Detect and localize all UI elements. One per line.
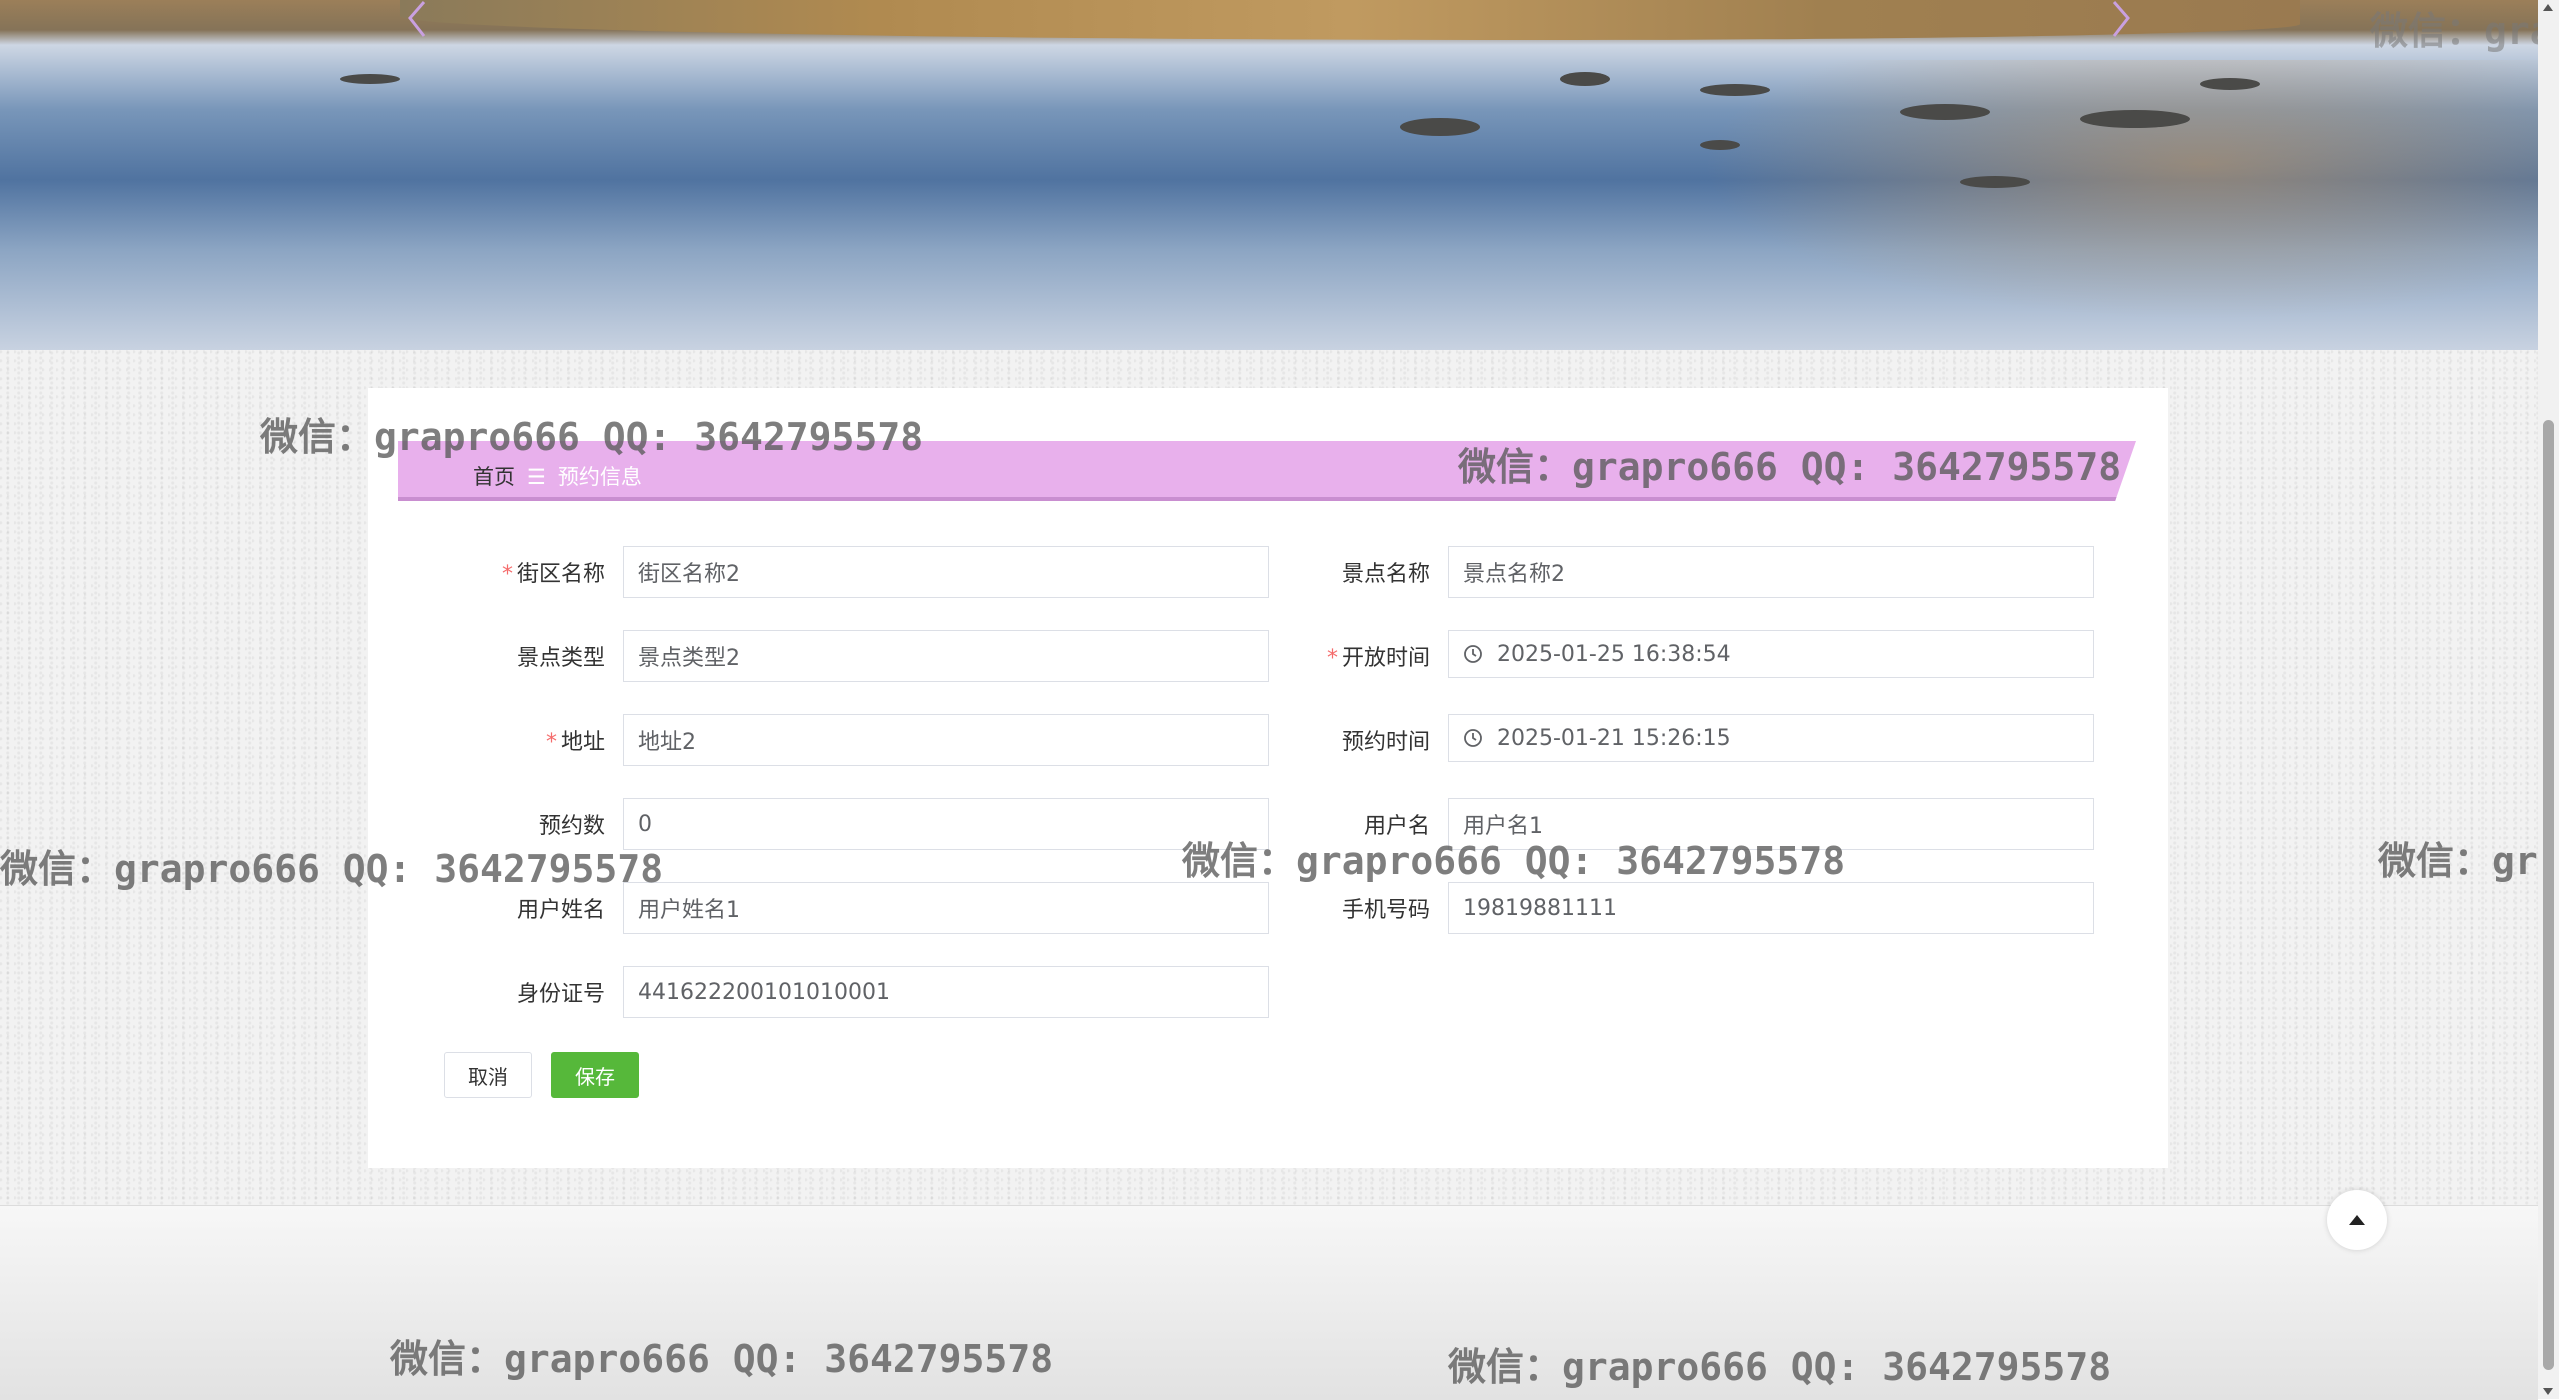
address-value: 地址2 — [638, 730, 696, 755]
carousel-next-button[interactable] — [2100, 0, 2140, 40]
banner-carousel — [0, 0, 2538, 350]
spot-type-input[interactable]: 景点类型2 — [623, 630, 1269, 682]
page-footer — [0, 1205, 2538, 1400]
spot-name-input[interactable]: 景点名称2 — [1448, 546, 2094, 598]
phone-input[interactable]: 19819881111 — [1448, 882, 2094, 934]
required-mark: * — [501, 562, 513, 587]
required-mark: * — [1326, 646, 1338, 671]
field-label-spot-type: 景点类型 — [516, 646, 605, 671]
breadcrumb-current: 预约信息 — [557, 465, 642, 489]
booking-time-picker[interactable]: 2025-01-21 15:26:15 — [1448, 714, 2094, 762]
vertical-scrollbar[interactable] — [2538, 0, 2559, 1399]
watermark: 微信：grapro666 QQ: 3642795578 — [390, 1337, 1054, 1381]
field-label-real-name: 用户姓名 — [516, 898, 605, 923]
banner-rock — [2080, 110, 2190, 128]
content-panel — [368, 388, 2168, 1168]
field-label-booking-time: 预约时间 — [1341, 730, 1430, 755]
watermark: 微信：grapro666 QQ: 3642795578 — [1182, 839, 1846, 883]
chevron-left-icon — [408, 1, 426, 37]
breadcrumb: 首页 ☰ 预约信息 — [473, 461, 642, 491]
spot-name-value: 景点名称2 — [1463, 562, 1565, 587]
caret-up-icon — [2349, 1215, 2365, 1225]
scrollbar-thumb[interactable] — [2543, 420, 2554, 1370]
field-label-address: * 地址 — [545, 730, 605, 755]
watermark: 微信：grapro666 QQ: 3642795578 — [1448, 1345, 2112, 1389]
address-input[interactable]: 地址2 — [623, 714, 1269, 766]
carousel-prev-button[interactable] — [398, 0, 438, 40]
open-time-picker[interactable]: 2025-01-25 16:38:54 — [1448, 630, 2094, 678]
banner-shore — [400, 0, 2300, 40]
booking-time-value: 2025-01-21 15:26:15 — [1497, 725, 1731, 751]
field-label-spot-name: 景点名称 — [1341, 562, 1430, 587]
block-name-value: 街区名称2 — [638, 562, 740, 587]
cancel-button[interactable]: 取消 — [444, 1052, 532, 1098]
booking-count-input[interactable]: 0 — [623, 798, 1269, 850]
field-label-open-time: * 开放时间 — [1326, 646, 1430, 671]
field-label-phone: 手机号码 — [1341, 898, 1430, 923]
banner-rock — [1560, 72, 1610, 86]
field-label-booking-count: 预约数 — [538, 814, 605, 839]
field-label-block-name: * 街区名称 — [501, 562, 605, 587]
scroll-up-arrow-icon[interactable] — [2543, 4, 2553, 11]
watermark: 微信：grapro666 QQ: 3642795578 — [0, 847, 664, 891]
banner-rock — [1900, 104, 1990, 120]
real-name-value: 用户姓名1 — [638, 898, 740, 923]
id-number-input[interactable]: 441622200101010001 — [623, 966, 1269, 1018]
breadcrumb-home[interactable]: 首页 — [473, 465, 515, 489]
watermark: 微信：grapro666 QQ: 3642795578 — [260, 415, 924, 459]
banner-rock — [340, 74, 400, 84]
block-name-input[interactable]: 街区名称2 — [623, 546, 1269, 598]
banner-sheen — [1700, 60, 2538, 320]
banner-rock — [1960, 176, 2030, 188]
spot-type-value: 景点类型2 — [638, 646, 740, 671]
id-number-value: 441622200101010001 — [638, 979, 890, 1005]
required-mark: * — [545, 730, 557, 755]
banner-rock — [1700, 84, 1770, 96]
banner-rock — [1400, 118, 1480, 136]
clock-icon — [1464, 729, 1482, 747]
phone-value: 19819881111 — [1463, 895, 1617, 921]
watermark: 微信：grapro666 QQ: 3642795578 — [1458, 445, 2122, 489]
open-time-value: 2025-01-25 16:38:54 — [1497, 641, 1731, 667]
watermark: 微信：grapro666 QQ: 3642795578 — [2378, 839, 2538, 883]
banner-rock — [2200, 78, 2260, 90]
field-label-id-number: 身份证号 — [516, 982, 605, 1007]
back-to-top-button[interactable] — [2327, 1190, 2387, 1250]
breadcrumb-separator-icon: ☰ — [527, 465, 546, 489]
booking-count-value: 0 — [638, 811, 652, 837]
watermark: 微信：grapro666 QQ: 3642795578 — [2370, 9, 2538, 53]
scroll-down-arrow-icon[interactable] — [2543, 1388, 2553, 1395]
save-button[interactable]: 保存 — [551, 1052, 639, 1098]
banner-rock — [1700, 140, 1740, 150]
real-name-input[interactable]: 用户姓名1 — [623, 882, 1269, 934]
chevron-right-icon — [2112, 1, 2130, 37]
clock-icon — [1464, 645, 1482, 663]
